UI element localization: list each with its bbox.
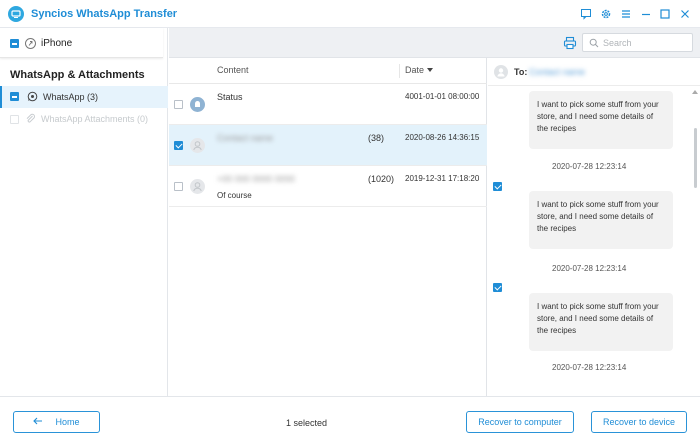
arrow-left-icon [33, 417, 43, 427]
row-checkbox[interactable] [174, 141, 183, 150]
scroll-up-icon[interactable] [692, 90, 698, 94]
selection-count: 1 selected [286, 418, 328, 428]
search-box[interactable] [582, 33, 693, 52]
message-checkbox[interactable] [493, 283, 502, 292]
app-title: Syncios WhatsApp Transfer [31, 8, 178, 20]
avatar-icon [190, 138, 205, 153]
message-bubble: I want to pick some stuff from your stor… [529, 293, 673, 351]
search-icon [589, 38, 599, 50]
feedback-icon[interactable] [580, 8, 592, 20]
attachments-checkbox[interactable] [10, 115, 19, 124]
message-timestamp: 2020-07-28 12:23:14 [552, 162, 627, 171]
chat-panel: To: Contact name I want to pick some stu… [488, 58, 700, 396]
column-header-content[interactable]: Content [217, 65, 249, 75]
avatar-icon [190, 179, 205, 194]
title-bar: Syncios WhatsApp Transfer [0, 0, 700, 28]
sort-down-icon [427, 68, 434, 72]
device-name: iPhone [41, 38, 73, 49]
message-timestamp: 2020-07-28 12:23:14 [552, 363, 627, 372]
message-count: (1020) [368, 174, 395, 184]
conversation-row[interactable]: +00 000 0000 0000 (1020) 2019-12-31 17:1… [169, 166, 487, 207]
conversation-name: Contact name [217, 133, 274, 143]
message-bubble: I want to pick some stuff from your stor… [529, 191, 673, 249]
recipient-avatar-icon [494, 65, 508, 79]
section-title: WhatsApp & Attachments [10, 69, 145, 81]
conversation-date: 2020-08-26 14:36:15 [405, 133, 480, 142]
sidebar-item-label: WhatsApp (3) [43, 92, 99, 102]
conversation-name: Status [217, 92, 243, 102]
print-icon[interactable] [563, 36, 577, 50]
toolbar [169, 28, 700, 58]
whatsapp-checkbox[interactable] [10, 92, 19, 101]
column-header-date[interactable]: Date [405, 65, 434, 75]
maximize-icon[interactable] [659, 8, 671, 20]
row-checkbox[interactable] [174, 100, 183, 109]
status-avatar-icon [190, 97, 205, 112]
conversation-name: +00 000 0000 0000 [217, 174, 295, 184]
conversation-row[interactable]: Contact name (38) 2020-08-26 14:36:15 [169, 125, 487, 166]
app-logo [8, 6, 24, 22]
row-checkbox[interactable] [174, 182, 183, 191]
minimize-icon[interactable] [640, 8, 652, 20]
recover-to-computer-button[interactable]: Recover to computer [466, 411, 574, 433]
recover-to-device-button[interactable]: Recover to device [591, 411, 687, 433]
column-divider [399, 64, 400, 78]
home-button[interactable]: Home [13, 411, 100, 433]
search-input[interactable] [603, 36, 688, 49]
whatsapp-icon [27, 91, 38, 102]
device-icon [25, 38, 36, 49]
message-checkbox[interactable] [493, 182, 502, 191]
gear-icon[interactable] [600, 8, 612, 20]
left-panel: iPhone WhatsApp & Attachments WhatsApp (… [0, 28, 168, 396]
message-timestamp: 2020-07-28 12:23:14 [552, 264, 627, 273]
close-icon[interactable] [679, 8, 691, 20]
conversation-list: Content Date Status 4001-01-01 08:00:00 … [169, 58, 487, 396]
chat-header: To: Contact name [488, 58, 700, 86]
list-header: Content Date [169, 58, 487, 84]
conversation-date: 4001-01-01 08:00:00 [405, 92, 480, 101]
to-label: To: [514, 67, 528, 77]
recipient-name: Contact name [529, 67, 586, 77]
message-bubble: I want to pick some stuff from your stor… [529, 91, 673, 149]
message-count: (38) [368, 133, 385, 143]
bottom-bar: Home 1 selected Recover to computer Reco… [0, 396, 700, 446]
device-row[interactable]: iPhone [0, 28, 163, 58]
device-checkbox[interactable] [10, 39, 19, 48]
sidebar-item-attachments[interactable]: WhatsApp Attachments (0) [0, 108, 168, 130]
conversation-date: 2019-12-31 17:18:20 [405, 174, 480, 183]
chat-scrollbar[interactable] [694, 128, 697, 188]
last-message-preview: Of course [217, 191, 252, 200]
paperclip-icon [25, 113, 36, 124]
sidebar-item-label: WhatsApp Attachments (0) [41, 114, 149, 124]
conversation-row[interactable]: Status 4001-01-01 08:00:00 [169, 84, 487, 125]
menu-icon[interactable] [620, 8, 632, 20]
sidebar-item-whatsapp[interactable]: WhatsApp (3) [0, 86, 168, 108]
